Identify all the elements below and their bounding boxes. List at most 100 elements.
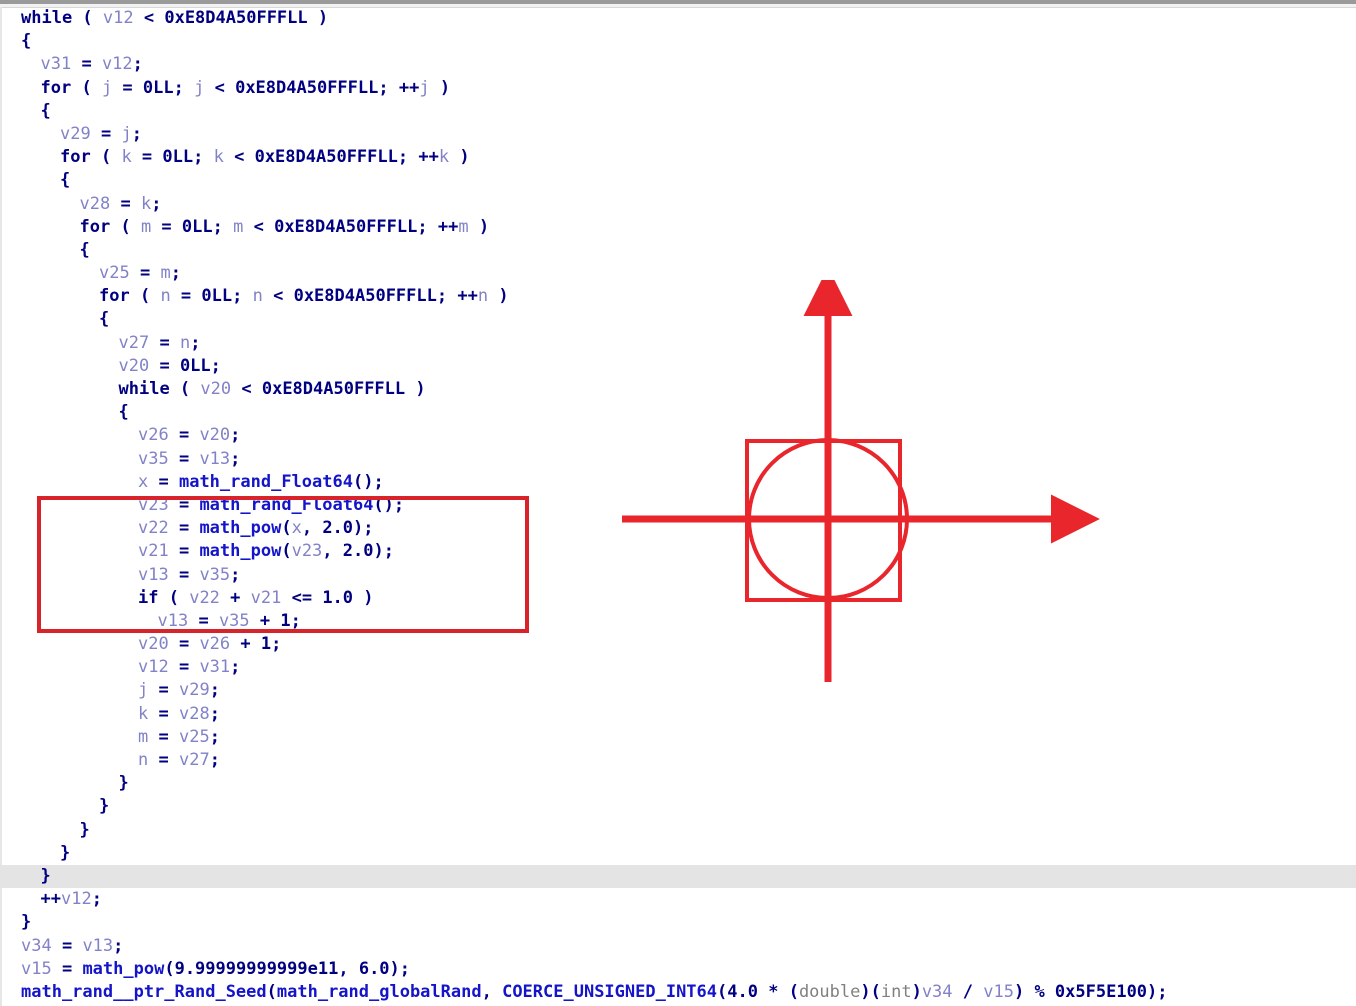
code-line[interactable]: v31 = v12;: [0, 53, 1356, 76]
token-pun: * (: [757, 981, 799, 1002]
token-pun: /: [952, 981, 984, 1002]
token-brc: }: [118, 773, 129, 794]
token-var: v35: [138, 448, 169, 469]
token-brc: {: [60, 170, 71, 191]
code-line[interactable]: v28 = k;: [0, 193, 1356, 216]
token-pun: ): [488, 286, 509, 307]
token-brc: }: [60, 842, 71, 863]
code-line[interactable]: n = v27;: [0, 749, 1356, 772]
token-var: v35: [218, 610, 250, 631]
token-fn: math_pow: [199, 541, 282, 562]
code-line[interactable]: v15 = math_pow(9.99999999999e11, 6.0);: [0, 958, 1356, 981]
code-line[interactable]: v29 = j;: [0, 123, 1356, 146]
code-line[interactable]: for ( k = 0LL; k < 0xE8D4A50FFFLL; ++k ): [0, 146, 1356, 169]
token-var: v31: [199, 657, 231, 678]
code-line[interactable]: }: [0, 911, 1356, 934]
code-line[interactable]: }: [0, 795, 1356, 818]
token-var: k: [213, 147, 224, 168]
token-pun: ;: [271, 634, 282, 655]
token-num: 0xE8D4A50FFFLL: [293, 286, 437, 307]
token-var: x: [291, 518, 302, 539]
token-pun: <=: [281, 587, 323, 608]
token-brc: {: [79, 239, 90, 260]
code-line[interactable]: v34 = v13;: [0, 935, 1356, 958]
code-line[interactable]: math_rand__ptr_Rand_Seed(math_rand_globa…: [0, 981, 1356, 1004]
code-line[interactable]: for ( j = 0LL; j < 0xE8D4A50FFFLL; ++j ): [0, 77, 1356, 100]
token-pun: ;: [290, 610, 301, 631]
token-pun: =: [148, 680, 179, 701]
token-var: v25: [99, 263, 130, 284]
token-brc: }: [99, 796, 110, 817]
token-pun: =: [170, 286, 202, 307]
token-kw: for: [99, 286, 130, 307]
token-pun: (: [71, 77, 102, 98]
token-var: v22: [138, 518, 169, 539]
token-brc: {: [40, 100, 51, 121]
token-pun: ;: [232, 286, 253, 307]
token-pun: (: [281, 541, 292, 562]
token-kw: if: [138, 587, 159, 608]
token-pun: ;: [209, 726, 220, 747]
token-var: v13: [82, 935, 114, 956]
token-var: m: [140, 216, 152, 237]
token-var: v25: [178, 726, 210, 747]
token-var: v34: [21, 935, 52, 956]
token-pun: =: [131, 147, 163, 168]
token-pun: ): [405, 379, 426, 399]
code-line[interactable]: m = v25;: [0, 726, 1356, 749]
token-var: v20: [200, 379, 232, 399]
token-var: v27: [178, 750, 210, 770]
code-line[interactable]: {: [0, 169, 1356, 192]
code-line[interactable]: ++v12;: [0, 888, 1356, 911]
token-pun: ;: [230, 425, 241, 446]
token-pun: =: [168, 448, 200, 469]
code-line[interactable]: }: [0, 864, 1356, 889]
code-line[interactable]: k = v28;: [0, 703, 1356, 726]
token-pun: ;: [170, 263, 181, 284]
token-var: m: [233, 216, 244, 237]
token-pun: ;: [151, 193, 162, 214]
token-pun: ): [468, 216, 490, 237]
token-pun: ) %: [1013, 981, 1055, 1002]
token-pun: =: [168, 518, 200, 539]
token-pun: =: [90, 123, 122, 144]
code-line[interactable]: }: [0, 842, 1356, 865]
token-var: n: [179, 332, 191, 353]
token-num: 0LL: [162, 147, 194, 168]
token-brc: {: [118, 402, 129, 423]
token-pun: =: [168, 494, 200, 515]
token-pun: ,: [301, 518, 323, 539]
token-num: 0xE8D4A50FFFLL: [274, 216, 418, 237]
token-var: v28: [178, 703, 210, 724]
token-pun: ;: [132, 54, 143, 75]
token-brc: }: [79, 819, 90, 840]
token-pun: );: [389, 958, 411, 979]
code-line[interactable]: {: [0, 239, 1356, 262]
code-line[interactable]: }: [0, 819, 1356, 842]
token-var: v15: [21, 958, 52, 979]
token-pun: (: [281, 518, 292, 539]
token-pun: (: [266, 981, 277, 1002]
token-num: 0xE8D4A50FFFLL: [164, 8, 308, 28]
token-var: v35: [199, 564, 231, 585]
token-pun: =: [168, 657, 200, 678]
code-line[interactable]: for ( m = 0LL; m < 0xE8D4A50FFFLL; ++m ): [0, 216, 1356, 239]
token-pun: ;: [209, 680, 220, 701]
token-var: v12: [60, 889, 92, 910]
token-var: k: [438, 147, 450, 168]
code-line[interactable]: }: [0, 772, 1356, 795]
token-pun: <: [204, 77, 236, 98]
code-line[interactable]: while ( v12 < 0xE8D4A50FFFLL ): [0, 7, 1356, 30]
token-var: v13: [138, 564, 169, 585]
token-fn: math_pow: [199, 518, 282, 539]
token-num: 0LL: [181, 216, 213, 237]
token-pun: +: [219, 587, 251, 608]
token-var: v12: [101, 54, 133, 75]
token-pun: +: [230, 634, 261, 655]
code-line[interactable]: {: [0, 100, 1356, 123]
token-pun: =: [149, 332, 180, 353]
token-pun: (: [717, 981, 728, 1002]
code-line[interactable]: {: [0, 30, 1356, 53]
token-pun: ): [449, 147, 470, 168]
token-pun: ();: [373, 494, 405, 515]
